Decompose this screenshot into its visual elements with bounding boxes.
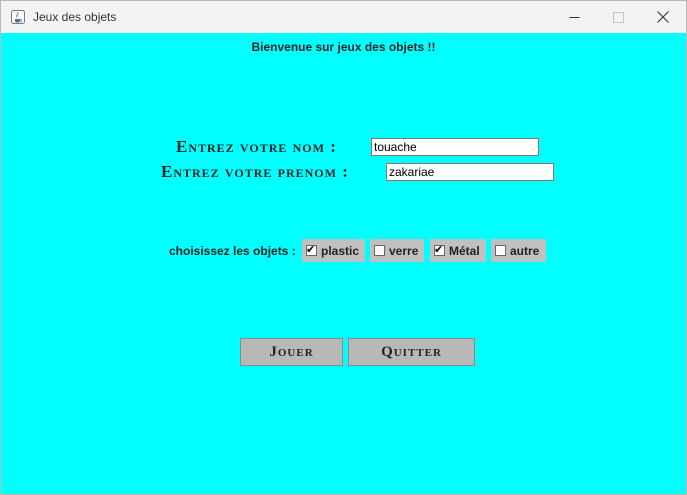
minimize-button[interactable] [551, 1, 597, 33]
close-button[interactable] [640, 1, 686, 33]
checkbox-box [495, 245, 506, 256]
prenom-label: Entrez votre prenom : [161, 162, 349, 181]
close-icon [657, 11, 669, 23]
checkbox-plastic[interactable]: ✔ plastic [302, 239, 365, 262]
checkbox-label: verre [389, 243, 419, 258]
checkbox-verre[interactable]: verre [370, 239, 424, 262]
title-bar[interactable]: Jeux des objets [1, 1, 686, 33]
main-panel: Bienvenue sur jeux des objets !! Entrez … [1, 33, 686, 494]
checkbox-box: ✔ [434, 243, 445, 256]
choose-objects-label: choisissez les objets : [169, 244, 296, 258]
minimize-icon [569, 12, 580, 23]
jouer-button[interactable]: Jouer [240, 338, 343, 366]
check-icon: ✔ [434, 243, 444, 256]
maximize-icon [612, 11, 624, 23]
checkbox-label: plastic [321, 243, 360, 258]
app-window: Jeux des objets Bienvenue sur jeux des o… [0, 0, 687, 495]
checkbox-label: Métal [449, 243, 480, 258]
prenom-field[interactable]: zakariae [386, 163, 554, 181]
java-cup-icon [10, 9, 26, 25]
nom-field[interactable]: touache [371, 138, 539, 156]
check-icon: ✔ [306, 243, 316, 256]
nom-label: Entrez votre nom : [176, 137, 337, 156]
quitter-button[interactable]: Quitter [348, 338, 475, 366]
welcome-text: Bienvenue sur jeux des objets !! [251, 40, 436, 54]
checkbox-box: ✔ [306, 243, 317, 256]
checkbox-metal[interactable]: ✔ Métal [430, 239, 486, 262]
window-title: Jeux des objets [33, 10, 117, 24]
checkbox-box [374, 245, 385, 256]
maximize-button[interactable] [595, 1, 641, 33]
checkbox-autre[interactable]: autre [491, 239, 546, 262]
checkbox-label: autre [510, 243, 540, 258]
